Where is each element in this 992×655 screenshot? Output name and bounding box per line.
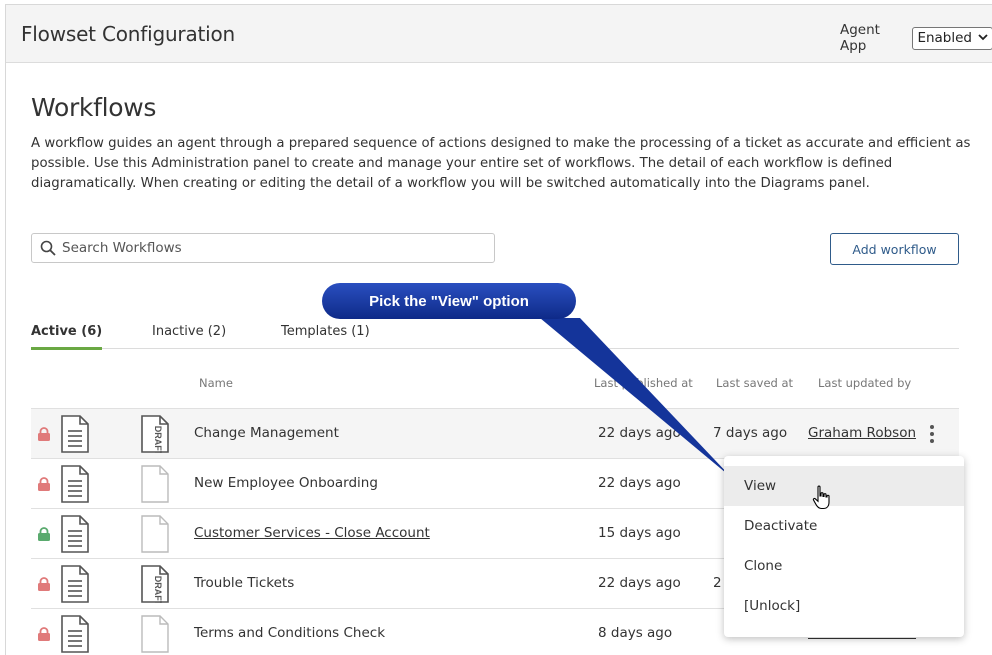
lock-icon [37, 627, 51, 641]
workflows-heading: Workflows [31, 93, 157, 122]
menu-item-clone[interactable]: Clone [724, 546, 964, 586]
chevron-down-icon [978, 33, 988, 44]
draft-icon: DRAFT [140, 415, 170, 457]
document-icon [60, 465, 90, 503]
last-published: 15 days ago [598, 525, 681, 541]
last-published: 22 days ago [598, 575, 681, 591]
agent-app-value: Enabled [917, 30, 972, 46]
agent-app-label: Agent App [840, 22, 880, 54]
svg-text:DRAFT: DRAFT [153, 426, 163, 453]
document-icon [60, 565, 90, 603]
document-icon [60, 415, 90, 453]
more-options-icon[interactable] [924, 423, 940, 445]
agent-app-select[interactable]: Enabled [912, 26, 992, 50]
last-updated-by[interactable]: Graham Robson [808, 425, 916, 441]
column-header-name: Name [199, 376, 233, 390]
workflow-tabs: Active (6) Inactive (2) Templates (1) [31, 320, 959, 350]
blank-document-icon [140, 465, 170, 503]
page-title: Flowset Configuration [21, 22, 236, 46]
last-published: 22 days ago [598, 475, 681, 491]
tab-inactive[interactable]: Inactive (2) [152, 324, 226, 347]
page-header: Flowset Configuration Agent App Enabled [6, 5, 992, 63]
search-input[interactable] [62, 240, 482, 256]
add-workflow-button[interactable]: Add workflow [830, 233, 959, 265]
menu-item-view[interactable]: View [724, 466, 964, 506]
lock-icon [37, 427, 51, 441]
column-header-saved: Last saved at [716, 376, 794, 390]
tab-templates[interactable]: Templates (1) [281, 324, 370, 347]
workflows-description: A workflow guides an agent through a pre… [31, 136, 971, 191]
draft-icon: DRAFT [140, 565, 170, 607]
svg-text:DRAFT: DRAFT [153, 576, 163, 603]
row-action-menu: View Deactivate Clone [Unlock] [724, 456, 964, 637]
column-header-published: Last published at [594, 376, 693, 390]
search-box[interactable] [31, 233, 495, 263]
menu-item-unlock[interactable]: [Unlock] [724, 586, 964, 626]
last-published: 8 days ago [598, 625, 673, 641]
last-saved: 2 [713, 575, 722, 591]
lock-icon [37, 577, 51, 591]
workflow-name[interactable]: Customer Services - Close Account [194, 525, 430, 541]
column-header-updated: Last updated by [818, 376, 912, 390]
tab-active[interactable]: Active (6) [31, 324, 103, 350]
lock-icon [37, 477, 51, 491]
document-icon [60, 615, 90, 653]
last-saved: 7 days ago [713, 425, 788, 441]
search-icon [34, 234, 62, 262]
workflow-name: Terms and Conditions Check [194, 625, 386, 641]
workflow-name: New Employee Onboarding [194, 475, 378, 491]
hand-cursor-icon [812, 485, 830, 510]
callout-text: Pick the "View" option [369, 292, 529, 310]
document-icon [60, 515, 90, 553]
last-published: 22 days ago [598, 425, 681, 441]
workflow-name: Trouble Tickets [194, 575, 295, 591]
blank-document-icon [140, 515, 170, 553]
table-row[interactable]: DRAFT Change Management 22 days ago 7 days … [31, 408, 959, 458]
workflow-name: Change Management [194, 425, 339, 441]
menu-item-deactivate[interactable]: Deactivate [724, 506, 964, 546]
agent-app-control: Agent App Enabled [840, 22, 992, 54]
blank-document-icon [140, 615, 170, 653]
lock-icon [37, 527, 51, 541]
